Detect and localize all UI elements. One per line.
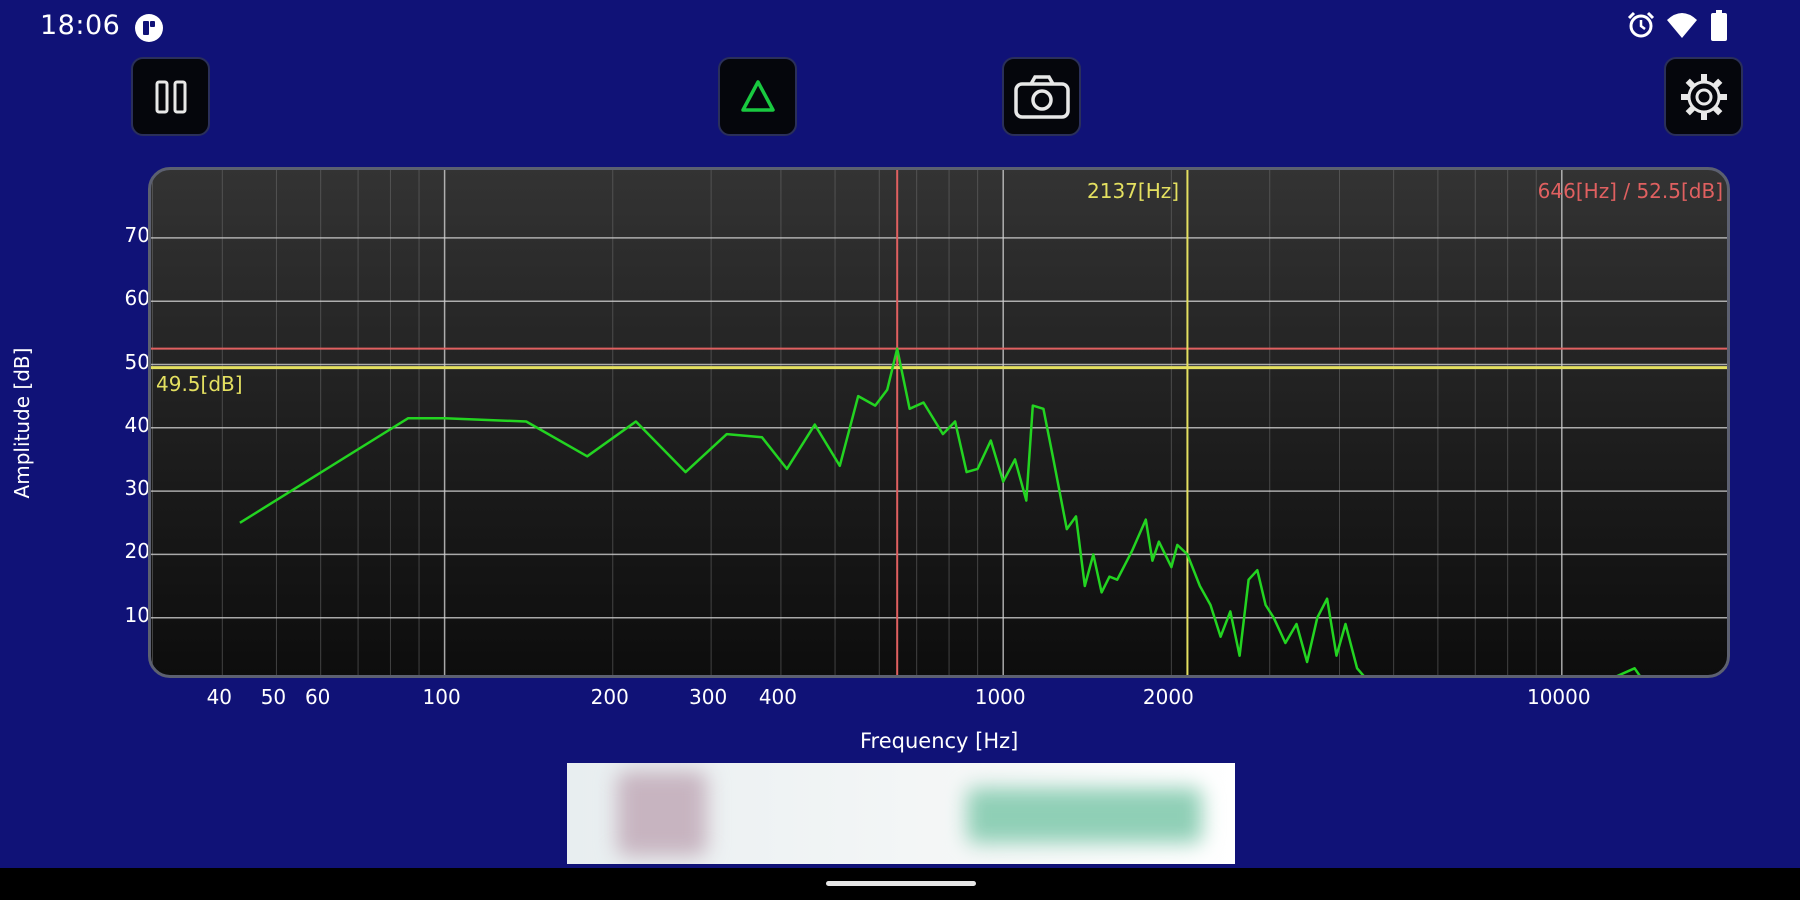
y-tick-label: 10 bbox=[124, 602, 150, 627]
x-tick-label: 2000 bbox=[1142, 685, 1194, 709]
camera-icon bbox=[1013, 74, 1070, 119]
x-tick-label: 1000 bbox=[974, 685, 1026, 709]
y-tick-label: 20 bbox=[124, 539, 150, 564]
x-tick-label: 300 bbox=[689, 685, 728, 709]
x-tick-label: 60 bbox=[304, 685, 331, 709]
x-tick-label: 200 bbox=[590, 685, 629, 709]
y-tick-label: 60 bbox=[124, 286, 150, 311]
ad-action-button[interactable] bbox=[967, 788, 1202, 843]
x-axis-label: Frequency [Hz] bbox=[860, 729, 1019, 753]
cursor-level-label: 49.5[dB] bbox=[156, 372, 243, 396]
settings-button[interactable] bbox=[1664, 57, 1743, 136]
x-tick-label: 10000 bbox=[1526, 685, 1591, 709]
spectrum-plot bbox=[151, 170, 1727, 675]
pause-button[interactable] bbox=[131, 57, 210, 136]
ad-banner[interactable] bbox=[567, 763, 1235, 864]
status-time: 18:06 bbox=[40, 10, 121, 41]
status-bar: 18:06 bbox=[0, 0, 1800, 50]
y-tick-label: 70 bbox=[124, 222, 150, 247]
spectrum-graph[interactable]: 2137[Hz] 646[Hz] / 52.5[dB] 49.5[dB] bbox=[148, 167, 1730, 678]
app-screen: 18:06 Amplitude [dB] Frequency [Hz] 70 6… bbox=[0, 0, 1800, 900]
app-notification-icon bbox=[135, 14, 163, 42]
gear-icon bbox=[1680, 73, 1727, 120]
screenshot-button[interactable] bbox=[1002, 57, 1081, 136]
x-tick-label: 400 bbox=[758, 685, 797, 709]
y-axis-label: Amplitude [dB] bbox=[10, 347, 34, 499]
peak-hold-button[interactable] bbox=[718, 57, 797, 136]
battery-icon bbox=[1711, 10, 1727, 41]
y-tick-label: 50 bbox=[124, 349, 150, 374]
ad-image bbox=[617, 771, 707, 856]
alarm-icon bbox=[1627, 11, 1655, 38]
x-tick-label: 100 bbox=[422, 685, 461, 709]
triangle-icon bbox=[740, 79, 775, 112]
wifi-icon bbox=[1667, 13, 1697, 38]
y-tick-label: 30 bbox=[124, 476, 150, 501]
pause-icon bbox=[155, 80, 186, 113]
y-tick-label: 40 bbox=[124, 412, 150, 437]
cursor-frequency-label: 2137[Hz] bbox=[1087, 179, 1180, 203]
peak-label: 646[Hz] / 52.5[dB] bbox=[1537, 179, 1723, 203]
spectrum-line bbox=[239, 347, 1641, 675]
x-tick-label: 50 bbox=[260, 685, 287, 709]
navigation-bar bbox=[0, 868, 1800, 900]
x-tick-label: 40 bbox=[206, 685, 233, 709]
home-gesture-handle[interactable] bbox=[826, 881, 976, 886]
